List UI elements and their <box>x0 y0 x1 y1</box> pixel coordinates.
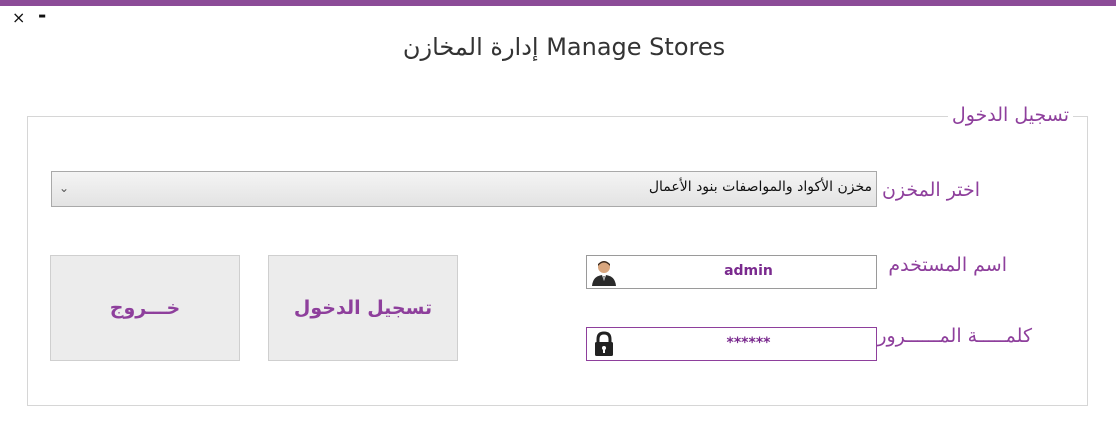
username-field[interactable]: admin <box>586 255 877 289</box>
store-select[interactable]: مخزن الأكواد والمواصفات بنود الأعمال ⌄ <box>51 171 877 207</box>
password-value: ****** <box>726 335 771 351</box>
user-avatar-icon <box>592 261 616 286</box>
app-title: إدارة المخازن Manage Stores <box>402 33 726 61</box>
login-group-legend: تسجيل الدخول <box>947 103 1073 127</box>
chevron-down-icon: ⌄ <box>59 181 70 195</box>
login-button[interactable]: تسجيل الدخول <box>268 255 458 361</box>
store-label: اختر المخزن <box>881 179 980 201</box>
username-value: admin <box>724 263 773 279</box>
username-label: اسم المستخدم <box>888 254 1007 276</box>
store-select-value: مخزن الأكواد والمواصفات بنود الأعمال <box>648 179 872 195</box>
exit-button[interactable]: خـــروج <box>50 255 240 361</box>
window-top-accent-bar <box>0 0 1116 6</box>
lock-icon <box>595 331 613 356</box>
password-field[interactable]: ****** <box>586 327 877 361</box>
minimize-window-button[interactable]: - <box>38 5 46 25</box>
close-window-button[interactable]: × <box>12 9 25 27</box>
password-label: كلمـــــة المــــــرور <box>877 325 1032 347</box>
